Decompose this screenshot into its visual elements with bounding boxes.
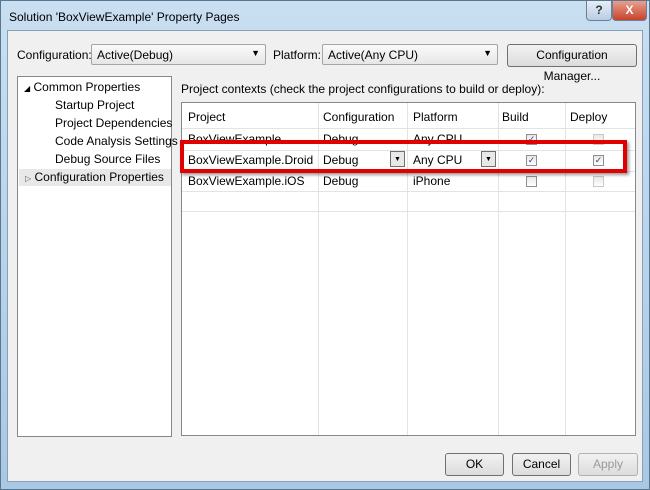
tree-item-project-dependencies[interactable]: Project Dependencies: [55, 115, 172, 132]
apply-button[interactable]: Apply: [578, 453, 638, 476]
row3-configuration[interactable]: Debug: [323, 172, 358, 190]
header-build[interactable]: Build: [502, 108, 529, 126]
row3-deploy-checkbox[interactable]: [593, 176, 604, 187]
property-tree[interactable]: ◢ Common Properties Startup Project Proj…: [17, 76, 178, 437]
platform-select[interactable]: Active(Any CPU) ▼: [322, 44, 498, 65]
configuration-value: Active(Debug): [97, 48, 174, 62]
row3-platform[interactable]: iPhone: [413, 172, 450, 190]
header-platform[interactable]: Platform: [413, 108, 458, 126]
tree-item-code-analysis[interactable]: Code Analysis Settings: [55, 133, 178, 150]
chevron-down-icon: ▼: [483, 48, 492, 58]
platform-label: Platform:: [273, 48, 322, 62]
platform-value: Active(Any CPU): [328, 48, 419, 62]
row3-project: BoxViewExample.iOS: [188, 174, 305, 188]
window-title: Solution 'BoxViewExample' Property Pages: [9, 10, 240, 24]
tree-label: Configuration Properties: [34, 170, 164, 184]
header-configuration[interactable]: Configuration: [323, 108, 394, 126]
ok-button[interactable]: OK: [445, 453, 504, 476]
tree-label: Common Properties: [33, 80, 141, 94]
row3-build-checkbox[interactable]: [526, 176, 537, 187]
cancel-button[interactable]: Cancel: [512, 453, 571, 476]
collapse-icon[interactable]: ◢: [24, 84, 30, 93]
tree-item-startup-project[interactable]: Startup Project: [55, 97, 134, 114]
chevron-down-icon: ▼: [251, 48, 260, 58]
tree-item-configuration-properties[interactable]: ▷ Configuration Properties: [19, 169, 171, 186]
header-deploy[interactable]: Deploy: [570, 108, 607, 126]
configuration-label: Configuration:: [17, 48, 92, 62]
configuration-manager-button[interactable]: Configuration Manager...: [507, 44, 637, 83]
close-button[interactable]: X: [612, 1, 647, 21]
tree-item-debug-source-files[interactable]: Debug Source Files: [55, 151, 160, 168]
header-project[interactable]: Project: [188, 108, 225, 126]
highlight-box: [180, 140, 627, 173]
contexts-label: Project contexts (check the project conf…: [181, 82, 545, 96]
help-button[interactable]: ?: [586, 1, 612, 21]
expand-icon[interactable]: ▷: [25, 174, 31, 183]
tree-item-common-properties[interactable]: ◢ Common Properties: [24, 79, 140, 96]
configuration-select[interactable]: Active(Debug) ▼: [91, 44, 266, 65]
